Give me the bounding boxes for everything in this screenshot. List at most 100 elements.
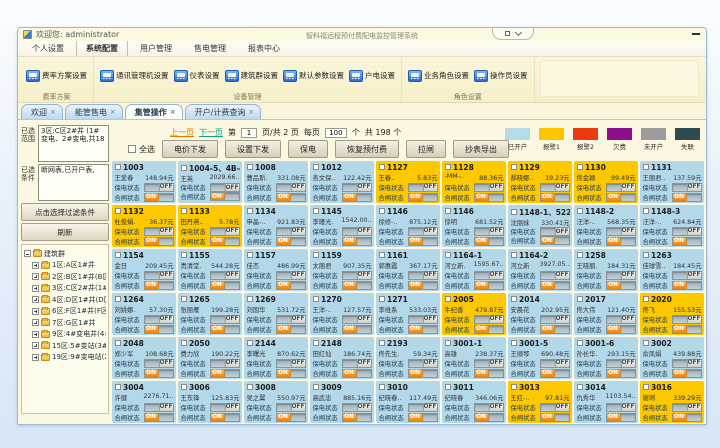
room-checkbox[interactable] <box>643 384 649 390</box>
room-checkbox[interactable] <box>313 208 319 214</box>
document-tab[interactable]: 能管售电 × <box>65 104 123 119</box>
tab-close-icon[interactable]: × <box>170 109 176 116</box>
supply-status-toggle[interactable]: OFF <box>540 359 570 368</box>
breaker-status-toggle[interactable]: ON <box>474 413 504 422</box>
supply-status-toggle[interactable]: OFF <box>474 403 504 412</box>
breaker-status-toggle[interactable]: ON <box>606 237 636 246</box>
room-checkbox[interactable] <box>511 384 517 390</box>
breaker-status-toggle[interactable]: ON <box>408 237 438 246</box>
breaker-status-toggle[interactable]: ON <box>342 369 372 378</box>
breaker-status-toggle[interactable]: ON <box>672 237 702 246</box>
room-checkbox[interactable] <box>115 340 121 346</box>
expand-icon[interactable] <box>32 273 39 280</box>
breaker-status-toggle[interactable]: ON <box>144 413 174 422</box>
tab-close-icon[interactable]: × <box>248 109 254 116</box>
selected-condition-textarea[interactable]: 断网表,已开户表, <box>38 164 109 201</box>
expand-icon[interactable] <box>32 308 39 315</box>
tree-root[interactable]: 建筑群 <box>24 248 106 260</box>
document-tab[interactable]: 开户/计费查询 × <box>185 104 262 119</box>
room-checkbox[interactable] <box>445 296 451 302</box>
supply-status-toggle[interactable]: OFF <box>210 227 240 236</box>
room-checkbox[interactable] <box>115 384 121 390</box>
room-checkbox[interactable] <box>247 340 253 346</box>
selected-range-textarea[interactable]: 3区:C区2#井 (1#变电、2#变电,共18 <box>38 125 109 162</box>
supply-status-toggle[interactable]: OFF <box>210 359 240 368</box>
breaker-status-toggle[interactable]: ON <box>408 281 438 290</box>
supply-status-toggle[interactable]: OFF <box>540 271 570 280</box>
breaker-status-toggle[interactable]: ON <box>144 369 174 378</box>
room-checkbox[interactable] <box>511 340 517 346</box>
breaker-status-toggle[interactable]: ON <box>606 325 636 334</box>
supply-status-toggle[interactable]: OFF <box>144 183 174 192</box>
supply-status-toggle[interactable]: OFF <box>342 227 372 236</box>
room-checkbox[interactable] <box>181 208 187 214</box>
tree-node[interactable]: 19区:9#变电站(2# <box>24 352 106 364</box>
supply-status-toggle[interactable]: OFF <box>210 403 240 412</box>
supply-status-toggle[interactable]: OFF <box>474 359 504 368</box>
breaker-status-toggle[interactable]: ON <box>276 413 306 422</box>
room-checkbox[interactable] <box>577 164 583 170</box>
supply-status-toggle[interactable]: OFF <box>276 315 306 324</box>
room-checkbox[interactable] <box>511 296 517 302</box>
room-checkbox[interactable] <box>511 209 517 215</box>
ribbon-button[interactable]: 通讯管理机设置 <box>99 69 170 83</box>
tab-close-icon[interactable]: × <box>110 109 116 116</box>
breaker-status-toggle[interactable]: ON <box>210 325 240 334</box>
select-all-checkbox[interactable] <box>128 145 136 153</box>
breaker-status-toggle[interactable]: ON <box>408 325 438 334</box>
breaker-status-toggle[interactable]: ON <box>540 369 570 378</box>
breaker-status-toggle[interactable]: ON <box>672 325 702 334</box>
supply-status-toggle[interactable]: OFF <box>408 403 438 412</box>
supply-status-toggle[interactable]: OFF <box>540 403 570 412</box>
breaker-status-toggle[interactable]: ON <box>408 413 438 422</box>
ribbon-button[interactable]: 费率方案设置 <box>25 69 88 83</box>
supply-status-toggle[interactable]: OFF <box>276 359 306 368</box>
room-checkbox[interactable] <box>181 384 187 390</box>
menu-item[interactable]: 系统配置 <box>76 40 128 56</box>
breaker-status-toggle[interactable]: ON <box>408 369 438 378</box>
menu-item[interactable]: 报表中心 <box>238 40 290 56</box>
breaker-status-toggle[interactable]: ON <box>144 281 174 290</box>
room-checkbox[interactable] <box>379 340 385 346</box>
page-number-input[interactable] <box>241 128 257 138</box>
supply-status-toggle[interactable]: OFF <box>474 271 504 280</box>
choose-filter-button[interactable]: 点击选择过滤条件 <box>21 203 109 221</box>
breaker-status-toggle[interactable]: ON <box>606 281 636 290</box>
breaker-status-toggle[interactable]: ON <box>210 192 240 201</box>
room-checkbox[interactable] <box>313 164 319 170</box>
ribbon-button[interactable]: 户电设置 <box>348 69 396 83</box>
room-checkbox[interactable] <box>181 252 187 258</box>
supply-status-toggle[interactable]: OFF <box>144 315 174 324</box>
supply-status-toggle[interactable]: OFF <box>210 183 240 192</box>
supply-status-toggle[interactable]: OFF <box>144 227 174 236</box>
room-checkbox[interactable] <box>181 296 187 302</box>
breaker-status-toggle[interactable]: ON <box>606 193 636 202</box>
tree-node[interactable]: 4区:D区1#井(D区1 <box>24 294 106 306</box>
supply-status-toggle[interactable]: OFF <box>144 403 174 412</box>
room-checkbox[interactable] <box>181 165 187 171</box>
supply-status-toggle[interactable]: OFF <box>276 183 306 192</box>
breaker-status-toggle[interactable]: ON <box>408 193 438 202</box>
supply-status-toggle[interactable]: OFF <box>342 403 372 412</box>
action-button[interactable]: 电价下发 <box>162 140 218 158</box>
breaker-status-toggle[interactable]: ON <box>474 325 504 334</box>
ribbon-button[interactable]: 操作员设置 <box>473 69 529 83</box>
action-button[interactable]: 恢复预付费 <box>335 140 399 158</box>
supply-status-toggle[interactable]: OFF <box>474 315 504 324</box>
room-checkbox[interactable] <box>379 384 385 390</box>
breaker-status-toggle[interactable]: ON <box>474 369 504 378</box>
minimize-button[interactable] <box>692 33 700 35</box>
supply-status-toggle[interactable]: OFF <box>342 271 372 280</box>
breaker-status-toggle[interactable]: ON <box>210 413 240 422</box>
supply-status-toggle[interactable]: OFF <box>408 359 438 368</box>
breaker-status-toggle[interactable]: ON <box>144 237 174 246</box>
breaker-status-toggle[interactable]: ON <box>144 193 174 202</box>
room-checkbox[interactable] <box>643 296 649 302</box>
room-checkbox[interactable] <box>247 296 253 302</box>
breaker-status-toggle[interactable]: ON <box>606 369 636 378</box>
room-checkbox[interactable] <box>643 340 649 346</box>
room-checkbox[interactable] <box>511 164 517 170</box>
tree-node[interactable]: 9区:4#变电井(4#变 <box>24 329 106 341</box>
supply-status-toggle[interactable]: OFF <box>210 271 240 280</box>
room-checkbox[interactable] <box>577 340 583 346</box>
